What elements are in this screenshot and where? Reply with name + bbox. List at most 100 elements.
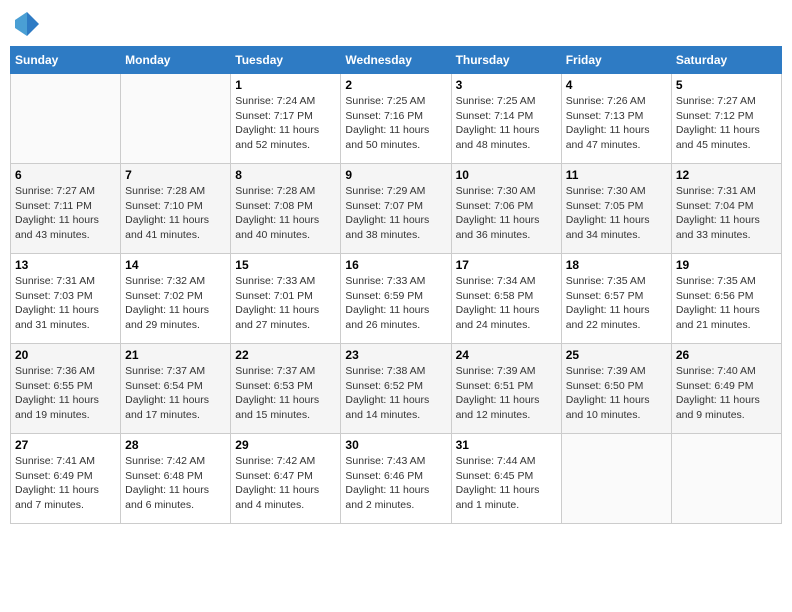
day-cell: 3 Sunrise: 7:25 AMSunset: 7:14 PMDaylight… [451,74,561,164]
day-number: 30 [345,438,446,452]
day-info: Sunrise: 7:24 AMSunset: 7:17 PMDaylight:… [235,94,336,153]
day-info: Sunrise: 7:39 AMSunset: 6:51 PMDaylight:… [456,364,557,423]
day-cell: 10 Sunrise: 7:30 AMSunset: 7:06 PMDayligh… [451,164,561,254]
day-number: 12 [676,168,777,182]
day-info: Sunrise: 7:26 AMSunset: 7:13 PMDaylight:… [566,94,667,153]
day-info: Sunrise: 7:35 AMSunset: 6:57 PMDaylight:… [566,274,667,333]
logo-icon [13,10,41,38]
day-cell: 2 Sunrise: 7:25 AMSunset: 7:16 PMDaylight… [341,74,451,164]
day-cell: 20 Sunrise: 7:36 AMSunset: 6:55 PMDayligh… [11,344,121,434]
day-info: Sunrise: 7:35 AMSunset: 6:56 PMDaylight:… [676,274,777,333]
day-cell: 23Sunrise: 7:38 AMSunset: 6:52 PMDayligh… [341,344,451,434]
day-number: 2 [345,78,446,92]
day-info: Sunrise: 7:31 AMSunset: 7:03 PMDaylight:… [15,274,116,333]
page-header [10,10,782,38]
day-cell [561,434,671,524]
day-cell: 13 Sunrise: 7:31 AMSunset: 7:03 PMDayligh… [11,254,121,344]
day-cell: 15 Sunrise: 7:33 AMSunset: 7:01 PMDayligh… [231,254,341,344]
day-number: 24 [456,348,557,362]
day-info: Sunrise: 7:31 AMSunset: 7:04 PMDaylight:… [676,184,777,243]
day-info: Sunrise: 7:42 AMSunset: 6:47 PMDaylight:… [235,454,336,513]
day-number: 21 [125,348,226,362]
day-cell: 26 Sunrise: 7:40 AMSunset: 6:49 PMDayligh… [671,344,781,434]
week-row-0: 1 Sunrise: 7:24 AMSunset: 7:17 PMDaylight… [11,74,782,164]
week-row-2: 13 Sunrise: 7:31 AMSunset: 7:03 PMDayligh… [11,254,782,344]
day-cell: 12 Sunrise: 7:31 AMSunset: 7:04 PMDayligh… [671,164,781,254]
day-cell: 11 Sunrise: 7:30 AMSunset: 7:05 PMDayligh… [561,164,671,254]
day-number: 10 [456,168,557,182]
calendar-body: 1 Sunrise: 7:24 AMSunset: 7:17 PMDaylight… [11,74,782,524]
day-number: 15 [235,258,336,272]
day-number: 25 [566,348,667,362]
day-info: Sunrise: 7:33 AMSunset: 6:59 PMDaylight:… [345,274,446,333]
day-cell: 6Sunrise: 7:27 AMSunset: 7:11 PMDaylight… [11,164,121,254]
day-cell: 7Sunrise: 7:28 AMSunset: 7:10 PMDaylight… [121,164,231,254]
day-cell: 19 Sunrise: 7:35 AMSunset: 6:56 PMDayligh… [671,254,781,344]
day-number: 13 [15,258,116,272]
day-number: 16 [345,258,446,272]
day-cell: 17 Sunrise: 7:34 AMSunset: 6:58 PMDayligh… [451,254,561,344]
day-cell: 14Sunrise: 7:32 AMSunset: 7:02 PMDayligh… [121,254,231,344]
week-row-3: 20 Sunrise: 7:36 AMSunset: 6:55 PMDayligh… [11,344,782,434]
day-info: Sunrise: 7:33 AMSunset: 7:01 PMDaylight:… [235,274,336,333]
day-number: 27 [15,438,116,452]
day-info: Sunrise: 7:30 AMSunset: 7:05 PMDaylight:… [566,184,667,243]
day-number: 1 [235,78,336,92]
day-number: 5 [676,78,777,92]
day-number: 20 [15,348,116,362]
day-number: 28 [125,438,226,452]
day-cell: 29 Sunrise: 7:42 AMSunset: 6:47 PMDayligh… [231,434,341,524]
day-info: Sunrise: 7:43 AMSunset: 6:46 PMDaylight:… [345,454,446,513]
day-info: Sunrise: 7:44 AMSunset: 6:45 PMDaylight:… [456,454,557,513]
day-cell: 18 Sunrise: 7:35 AMSunset: 6:57 PMDayligh… [561,254,671,344]
day-cell: 28 Sunrise: 7:42 AMSunset: 6:48 PMDayligh… [121,434,231,524]
header-cell-thursday: Thursday [451,47,561,74]
day-info: Sunrise: 7:42 AMSunset: 6:48 PMDaylight:… [125,454,226,513]
day-info: Sunrise: 7:28 AMSunset: 7:10 PMDaylight:… [125,184,226,243]
day-number: 3 [456,78,557,92]
header-cell-sunday: Sunday [11,47,121,74]
day-cell: 1 Sunrise: 7:24 AMSunset: 7:17 PMDaylight… [231,74,341,164]
header-cell-friday: Friday [561,47,671,74]
day-info: Sunrise: 7:34 AMSunset: 6:58 PMDaylight:… [456,274,557,333]
day-info: Sunrise: 7:39 AMSunset: 6:50 PMDaylight:… [566,364,667,423]
day-number: 18 [566,258,667,272]
logo [10,10,41,38]
day-info: Sunrise: 7:28 AMSunset: 7:08 PMDaylight:… [235,184,336,243]
calendar-header: SundayMondayTuesdayWednesdayThursdayFrid… [11,47,782,74]
day-number: 26 [676,348,777,362]
week-row-1: 6Sunrise: 7:27 AMSunset: 7:11 PMDaylight… [11,164,782,254]
day-info: Sunrise: 7:25 AMSunset: 7:14 PMDaylight:… [456,94,557,153]
day-info: Sunrise: 7:41 AMSunset: 6:49 PMDaylight:… [15,454,116,513]
day-number: 29 [235,438,336,452]
day-cell: 22Sunrise: 7:37 AMSunset: 6:53 PMDayligh… [231,344,341,434]
day-info: Sunrise: 7:25 AMSunset: 7:16 PMDaylight:… [345,94,446,153]
day-info: Sunrise: 7:40 AMSunset: 6:49 PMDaylight:… [676,364,777,423]
day-info: Sunrise: 7:36 AMSunset: 6:55 PMDaylight:… [15,364,116,423]
day-info: Sunrise: 7:37 AMSunset: 6:54 PMDaylight:… [125,364,226,423]
header-cell-monday: Monday [121,47,231,74]
day-cell: 9Sunrise: 7:29 AMSunset: 7:07 PMDaylight… [341,164,451,254]
day-info: Sunrise: 7:30 AMSunset: 7:06 PMDaylight:… [456,184,557,243]
day-number: 8 [235,168,336,182]
day-info: Sunrise: 7:27 AMSunset: 7:11 PMDaylight:… [15,184,116,243]
day-cell: 25 Sunrise: 7:39 AMSunset: 6:50 PMDayligh… [561,344,671,434]
day-number: 17 [456,258,557,272]
day-cell [11,74,121,164]
day-number: 31 [456,438,557,452]
day-cell [121,74,231,164]
day-number: 11 [566,168,667,182]
day-cell: 8 Sunrise: 7:28 AMSunset: 7:08 PMDaylight… [231,164,341,254]
day-cell: 27 Sunrise: 7:41 AMSunset: 6:49 PMDayligh… [11,434,121,524]
day-cell: 21 Sunrise: 7:37 AMSunset: 6:54 PMDayligh… [121,344,231,434]
day-number: 22 [235,348,336,362]
calendar-table: SundayMondayTuesdayWednesdayThursdayFrid… [10,46,782,524]
day-number: 9 [345,168,446,182]
day-cell: 30 Sunrise: 7:43 AMSunset: 6:46 PMDayligh… [341,434,451,524]
header-cell-wednesday: Wednesday [341,47,451,74]
week-row-4: 27 Sunrise: 7:41 AMSunset: 6:49 PMDayligh… [11,434,782,524]
day-info: Sunrise: 7:38 AMSunset: 6:52 PMDaylight:… [345,364,446,423]
day-cell [671,434,781,524]
day-number: 19 [676,258,777,272]
header-cell-saturday: Saturday [671,47,781,74]
